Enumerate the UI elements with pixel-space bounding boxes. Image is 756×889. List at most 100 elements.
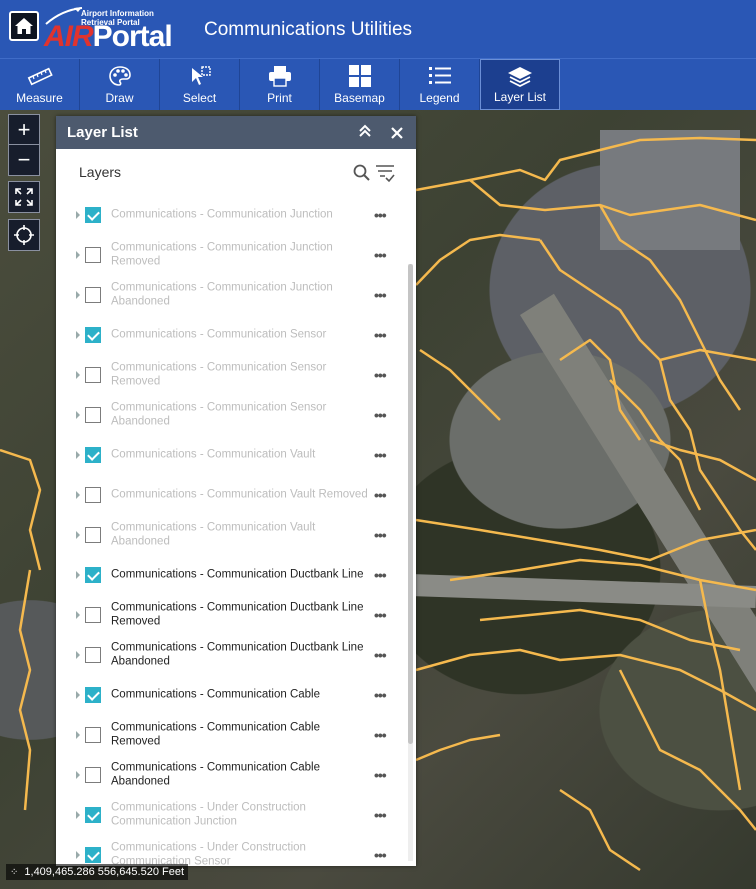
expand-arrow-icon[interactable] [76, 371, 80, 379]
layer-row[interactable]: Communications - Communication Ductbank … [56, 555, 406, 595]
layer-options-icon[interactable]: ••• [374, 648, 387, 662]
layer-options-icon[interactable]: ••• [374, 608, 387, 622]
layer-visibility-checkbox[interactable] [85, 247, 101, 263]
select-button[interactable]: Select [160, 59, 240, 110]
palette-icon [108, 66, 131, 86]
layer-visibility-checkbox[interactable] [85, 607, 101, 623]
crosshair-icon[interactable]: ⁘ [10, 867, 18, 878]
print-button[interactable]: Print [240, 59, 320, 110]
layer-name: Communications - Communication Sensor Ab… [111, 401, 327, 428]
expand-arrow-icon[interactable] [76, 851, 80, 859]
expand-arrow-icon[interactable] [76, 211, 80, 219]
layer-name: Communications - Communication Vault Aba… [111, 521, 316, 548]
layer-options-icon[interactable]: ••• [374, 408, 387, 422]
layer-options-icon[interactable]: ••• [374, 488, 387, 502]
layer-visibility-checkbox[interactable] [85, 207, 101, 223]
layer-options-icon[interactable]: ••• [374, 688, 387, 702]
layer-options-icon[interactable]: ••• [374, 528, 387, 542]
layer-row[interactable]: Communications - Communication Sensor Re… [56, 355, 406, 395]
fullscreen-button[interactable] [8, 181, 40, 213]
layer-visibility-checkbox[interactable] [85, 687, 101, 703]
printer-icon [268, 66, 291, 87]
layer-row[interactable]: Communications - Communication Ductbank … [56, 595, 406, 635]
collapse-button[interactable] [358, 124, 372, 143]
layer-row[interactable]: Communications - Communication Sensor ••• [56, 315, 406, 355]
expand-arrow-icon[interactable] [76, 691, 80, 699]
close-icon [391, 127, 403, 139]
layer-options-icon[interactable]: ••• [374, 768, 387, 782]
layer-list-button[interactable]: Layer List [480, 59, 560, 110]
layer-options-icon[interactable]: ••• [374, 808, 387, 822]
expand-arrow-icon[interactable] [76, 651, 80, 659]
layer-row[interactable]: Communications - Communication Vault ••• [56, 435, 406, 475]
layer-name: Communications - Communication Ductbank … [111, 601, 364, 628]
layer-visibility-checkbox[interactable] [85, 407, 101, 423]
expand-arrow-icon[interactable] [76, 731, 80, 739]
search-icon[interactable] [353, 164, 371, 187]
measure-button[interactable]: Measure [0, 59, 80, 110]
layer-options-icon[interactable]: ••• [374, 568, 387, 582]
expand-arrow-icon[interactable] [76, 331, 80, 339]
layer-row[interactable]: Communications - Communication Junction … [56, 235, 406, 275]
layer-visibility-checkbox[interactable] [85, 287, 101, 303]
home-button[interactable] [9, 11, 39, 41]
layer-visibility-checkbox[interactable] [85, 767, 101, 783]
draw-button[interactable]: Draw [80, 59, 160, 110]
expand-arrow-icon[interactable] [76, 771, 80, 779]
expand-arrow-icon[interactable] [76, 251, 80, 259]
layer-visibility-checkbox[interactable] [85, 367, 101, 383]
layer-options-icon[interactable]: ••• [374, 448, 387, 462]
layer-row[interactable]: Communications - Communication Vault Rem… [56, 475, 406, 515]
layer-row[interactable]: Communications - Under Construction Comm… [56, 835, 406, 866]
scroll-thumb[interactable] [408, 264, 413, 744]
layer-options-icon[interactable]: ••• [374, 208, 387, 222]
expand-arrow-icon[interactable] [76, 291, 80, 299]
expand-arrow-icon[interactable] [76, 531, 80, 539]
layer-options-icon[interactable]: ••• [374, 248, 387, 262]
list-icon [428, 67, 451, 84]
layer-options-icon[interactable]: ••• [374, 848, 387, 862]
layer-options-icon[interactable]: ••• [374, 368, 387, 382]
basemap-button[interactable]: Basemap [320, 59, 400, 110]
layer-row[interactable]: Communications - Communication Junction … [56, 275, 406, 315]
layer-row[interactable]: Communications - Communication Junction •… [56, 195, 406, 235]
locate-button[interactable] [8, 219, 40, 251]
expand-arrow-icon[interactable] [76, 491, 80, 499]
expand-arrow-icon[interactable] [76, 451, 80, 459]
layer-visibility-checkbox[interactable] [85, 447, 101, 463]
layer-row[interactable]: Communications - Communication Vault Aba… [56, 515, 406, 555]
layer-row[interactable]: Communications - Communication Cable Rem… [56, 715, 406, 755]
airportal-logo: Airport Information Retrieval Portal AIR… [44, 4, 184, 54]
expand-arrow-icon[interactable] [76, 571, 80, 579]
layer-row[interactable]: Communications - Communication Ductbank … [56, 635, 406, 675]
close-button[interactable] [390, 122, 404, 145]
layer-visibility-checkbox[interactable] [85, 727, 101, 743]
layer-visibility-checkbox[interactable] [85, 807, 101, 823]
layer-visibility-checkbox[interactable] [85, 647, 101, 663]
expand-arrow-icon[interactable] [76, 811, 80, 819]
layer-options-icon[interactable]: ••• [374, 288, 387, 302]
layer-visibility-checkbox[interactable] [85, 327, 101, 343]
app-header: Airport Information Retrieval Portal AIR… [0, 0, 756, 58]
layer-row[interactable]: Communications - Communication Cable ••• [56, 675, 406, 715]
expand-arrow-icon[interactable] [76, 411, 80, 419]
panel-title: Layer List [67, 124, 138, 141]
layer-options-icon[interactable]: ••• [374, 328, 387, 342]
expand-arrow-icon[interactable] [76, 611, 80, 619]
scrollbar[interactable] [408, 264, 413, 861]
filter-menu-icon[interactable] [375, 163, 395, 188]
layer-row[interactable]: Communications - Under Construction Comm… [56, 795, 406, 835]
layer-options-icon[interactable]: ••• [374, 728, 387, 742]
layer-visibility-checkbox[interactable] [85, 527, 101, 543]
layer-name: Communications - Communication Junction … [111, 281, 333, 308]
layer-visibility-checkbox[interactable] [85, 847, 101, 863]
layer-row[interactable]: Communications - Communication Sensor Ab… [56, 395, 406, 435]
layer-visibility-checkbox[interactable] [85, 487, 101, 503]
layer-row[interactable]: Communications - Communication Cable Aba… [56, 755, 406, 795]
legend-button[interactable]: Legend [400, 59, 480, 110]
layer-name: Communications - Communication Ductbank … [111, 568, 364, 581]
zoom-out-button[interactable]: − [8, 144, 40, 176]
layer-visibility-checkbox[interactable] [85, 567, 101, 583]
layer-name: Communications - Under Construction Comm… [111, 801, 306, 828]
zoom-in-button[interactable]: + [8, 114, 40, 146]
